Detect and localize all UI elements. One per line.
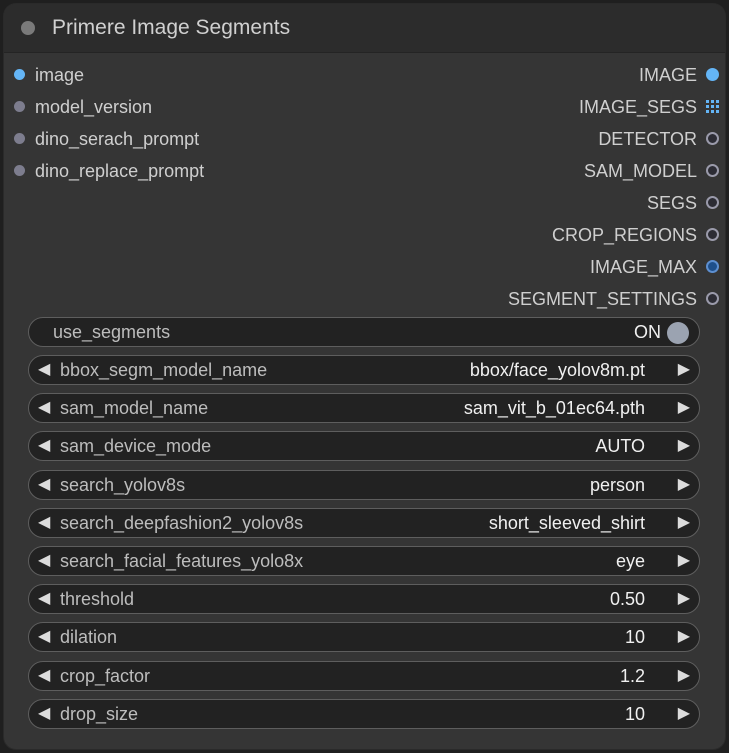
widget-label: search_facial_features_yolo8x [60,551,304,571]
combo-search-deepfashion2-yolov8s[interactable]: ◀ search_deepfashion2_yolov8s short_slee… [28,508,700,538]
widget-label: drop_size [60,704,139,724]
input-label: dino_serach_prompt [35,129,200,149]
increment-arrow-icon[interactable]: ▶ [678,509,690,537]
widget-label: bbox_segm_model_name [60,360,268,380]
increment-arrow-icon[interactable]: ▶ [678,662,690,690]
decrement-arrow-icon[interactable]: ◀ [38,585,50,613]
widget-value: ON [634,322,661,342]
number-dilation[interactable]: ◀ dilation 10 ▶ [28,622,700,652]
input-connector-icon[interactable] [14,69,25,81]
widget-value[interactable]: 1.2 [620,662,645,690]
decrement-arrow-icon[interactable]: ◀ [38,471,50,499]
decrement-arrow-icon[interactable]: ◀ [38,394,50,422]
increment-arrow-icon[interactable]: ▶ [678,585,690,613]
widget-value[interactable]: person [590,471,645,499]
output-label: DETECTOR [598,129,697,149]
widget-label: search_deepfashion2_yolov8s [60,513,304,533]
increment-arrow-icon[interactable]: ▶ [678,471,690,499]
widget-value[interactable]: AUTO [595,432,645,460]
output-label: CROP_REGIONS [551,225,697,245]
combo-search-yolov8s[interactable]: ◀ search_yolov8s person ▶ [28,470,700,500]
output-connector-icon[interactable] [706,196,719,210]
decrement-arrow-icon[interactable]: ◀ [38,700,50,728]
combo-sam-device-mode[interactable]: ◀ sam_device_mode AUTO ▶ [28,431,700,461]
input-slot-dino-replace-prompt[interactable]: dino_replace_prompt [14,159,204,183]
output-slot-image[interactable]: IMAGE [639,63,719,87]
output-slot-image-max[interactable]: IMAGE_MAX [590,255,719,279]
combo-search-facial-features-yolo8x[interactable]: ◀ search_facial_features_yolo8x eye ▶ [28,546,700,576]
number-drop-size[interactable]: ◀ drop_size 10 ▶ [28,699,700,729]
widget-label: crop_factor [60,666,151,686]
combo-sam-model-name[interactable]: ◀ sam_model_name sam_vit_b_01ec64.pth ▶ [28,393,700,423]
output-connector-icon[interactable] [706,260,719,274]
increment-arrow-icon[interactable]: ▶ [678,547,690,575]
widget-label: dilation [60,627,118,647]
widget-value[interactable]: 10 [625,623,645,651]
decrement-arrow-icon[interactable]: ◀ [38,547,50,575]
output-label: SEGS [646,193,697,213]
collapse-dot-icon[interactable] [21,21,35,35]
widget-value[interactable]: 10 [625,700,645,728]
output-slot-image-segs[interactable]: IMAGE_SEGS [579,95,719,119]
decrement-arrow-icon[interactable]: ◀ [38,509,50,537]
input-connector-icon[interactable] [14,133,25,145]
output-slot-segment-settings[interactable]: SEGMENT_SETTINGS [508,287,719,311]
decrement-arrow-icon[interactable]: ◀ [38,662,50,690]
output-connector-icon[interactable] [706,132,719,146]
input-connector-icon[interactable] [14,165,25,177]
increment-arrow-icon[interactable]: ▶ [678,394,690,422]
widget-value[interactable]: short_sleeved_shirt [489,509,645,537]
increment-arrow-icon[interactable]: ▶ [678,623,690,651]
output-label: SEGMENT_SETTINGS [507,289,697,309]
widget-label: threshold [60,589,135,609]
widget-label: sam_device_mode [60,436,212,456]
widget-value[interactable]: 0.50 [610,585,645,613]
node-title: Primere Image Segments [52,16,291,39]
output-connector-icon[interactable] [706,228,719,242]
decrement-arrow-icon[interactable]: ◀ [38,356,50,384]
increment-arrow-icon[interactable]: ▶ [678,432,690,460]
input-connector-icon[interactable] [14,101,25,113]
output-slot-crop-regions[interactable]: CROP_REGIONS [552,223,719,247]
output-slot-sam-model[interactable]: SAM_MODEL [584,159,719,183]
input-slot-model-version[interactable]: model_version [14,95,152,119]
increment-arrow-icon[interactable]: ▶ [678,356,690,384]
widget-label: search_yolov8s [60,475,186,495]
input-label: image [35,65,85,85]
toggle-knob-icon[interactable] [667,322,689,344]
number-crop-factor[interactable]: ◀ crop_factor 1.2 ▶ [28,661,700,691]
node-title-bar[interactable]: Primere Image Segments [4,4,725,53]
widget-value[interactable]: bbox/face_yolov8m.pt [470,356,645,384]
use-segments-toggle[interactable]: use_segments ON [28,317,700,347]
output-slot-detector[interactable]: DETECTOR [598,127,719,151]
widget-value[interactable]: sam_vit_b_01ec64.pth [464,394,645,422]
input-slot-dino-serach-prompt[interactable]: dino_serach_prompt [14,127,199,151]
output-label: SAM_MODEL [583,161,697,181]
output-label: IMAGE_SEGS [578,97,697,117]
widget-value[interactable]: eye [616,547,645,575]
output-slot-segs[interactable]: SEGS [647,191,719,215]
widget-label: use_segments [53,322,171,342]
combo-bbox-segm-model-name[interactable]: ◀ bbox_segm_model_name bbox/face_yolov8m… [28,355,700,385]
input-label: dino_replace_prompt [35,161,205,181]
output-connector-icon[interactable] [706,68,719,82]
decrement-arrow-icon[interactable]: ◀ [38,432,50,460]
grid-icon[interactable] [706,100,719,114]
input-label: model_version [35,97,153,117]
output-connector-icon[interactable] [706,292,719,306]
increment-arrow-icon[interactable]: ▶ [678,700,690,728]
output-connector-icon[interactable] [706,164,719,178]
output-label: IMAGE_MAX [589,257,697,277]
widget-label: sam_model_name [60,398,209,418]
input-slot-image[interactable]: image [14,63,84,87]
number-threshold[interactable]: ◀ threshold 0.50 ▶ [28,584,700,614]
decrement-arrow-icon[interactable]: ◀ [38,623,50,651]
primere-image-segments-node[interactable]: Primere Image Segments image model_versi… [4,4,725,749]
output-label: IMAGE [638,65,697,85]
